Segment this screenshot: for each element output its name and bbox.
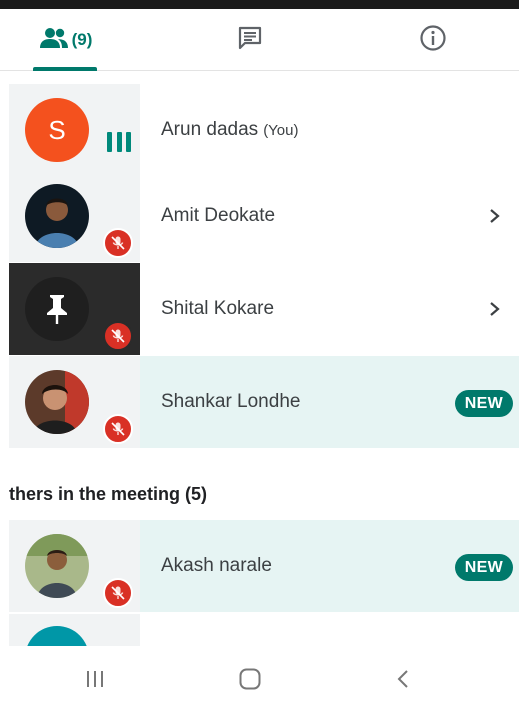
- avatar: [25, 277, 89, 341]
- participant-name: Amit Deokate: [161, 205, 276, 226]
- participant-name-text: Arun dadas: [161, 119, 259, 140]
- participant-row: S Arun dadas (You): [9, 84, 519, 176]
- participant-tile: [9, 356, 140, 448]
- new-badge: NEW: [454, 390, 513, 417]
- chevron-right-icon[interactable]: [485, 297, 505, 321]
- people-count: (9): [71, 30, 93, 49]
- back-icon: [397, 670, 408, 688]
- participant-name: Shital Kokare: [161, 298, 275, 319]
- tab-info[interactable]: [393, 9, 473, 71]
- avatar: [25, 534, 89, 598]
- mic-off-icon: [103, 414, 133, 444]
- avatar: S: [25, 98, 89, 162]
- recent-apps-button[interactable]: [75, 664, 115, 694]
- active-tab-indicator: [33, 67, 97, 71]
- participant-row[interactable]: Shankar Londhe NEW: [9, 356, 519, 448]
- pin-icon: [47, 295, 67, 324]
- avatar-letter: S: [48, 114, 66, 145]
- people-icon: [39, 27, 68, 54]
- speaking-indicator-icon: [107, 132, 131, 154]
- list-item[interactable]: Akash narale NEW: [9, 520, 519, 612]
- home-button[interactable]: [230, 664, 270, 694]
- info-icon: [419, 24, 447, 57]
- system-nav-bar: [0, 646, 519, 716]
- participant-tile: [9, 614, 140, 646]
- home-icon: [239, 668, 261, 690]
- tab-people[interactable]: (9): [24, 9, 108, 71]
- participant-row[interactable]: Amit Deokate: [9, 170, 519, 262]
- avatar: [25, 184, 89, 248]
- tab-bar: (9): [0, 9, 519, 71]
- you-label: (You): [263, 121, 299, 139]
- status-bar: [0, 0, 519, 9]
- tab-chat[interactable]: [210, 9, 290, 71]
- list-item: [9, 614, 519, 646]
- new-badge: NEW: [454, 554, 513, 581]
- participant-tile: [9, 520, 140, 612]
- chevron-right-icon[interactable]: [485, 204, 505, 228]
- participant-tile: [9, 170, 140, 262]
- mic-off-icon: [103, 321, 133, 351]
- recent-apps-icon: [87, 671, 103, 687]
- chat-icon: [237, 25, 263, 56]
- avatar: [25, 626, 89, 646]
- mic-off-icon: [103, 228, 133, 258]
- others-section-title: thers in the meeting (5): [9, 484, 208, 504]
- participant-row[interactable]: Shital Kokare: [9, 263, 519, 355]
- participant-tile: [9, 263, 140, 355]
- participant-name: Shankar Londhe: [161, 391, 301, 412]
- participant-name: Arun dadas (You): [161, 84, 299, 176]
- participant-tile: S: [9, 84, 140, 176]
- avatar: [25, 370, 89, 434]
- mic-off-icon: [103, 578, 133, 608]
- participant-name: Akash narale: [161, 555, 272, 576]
- back-button[interactable]: [384, 664, 424, 694]
